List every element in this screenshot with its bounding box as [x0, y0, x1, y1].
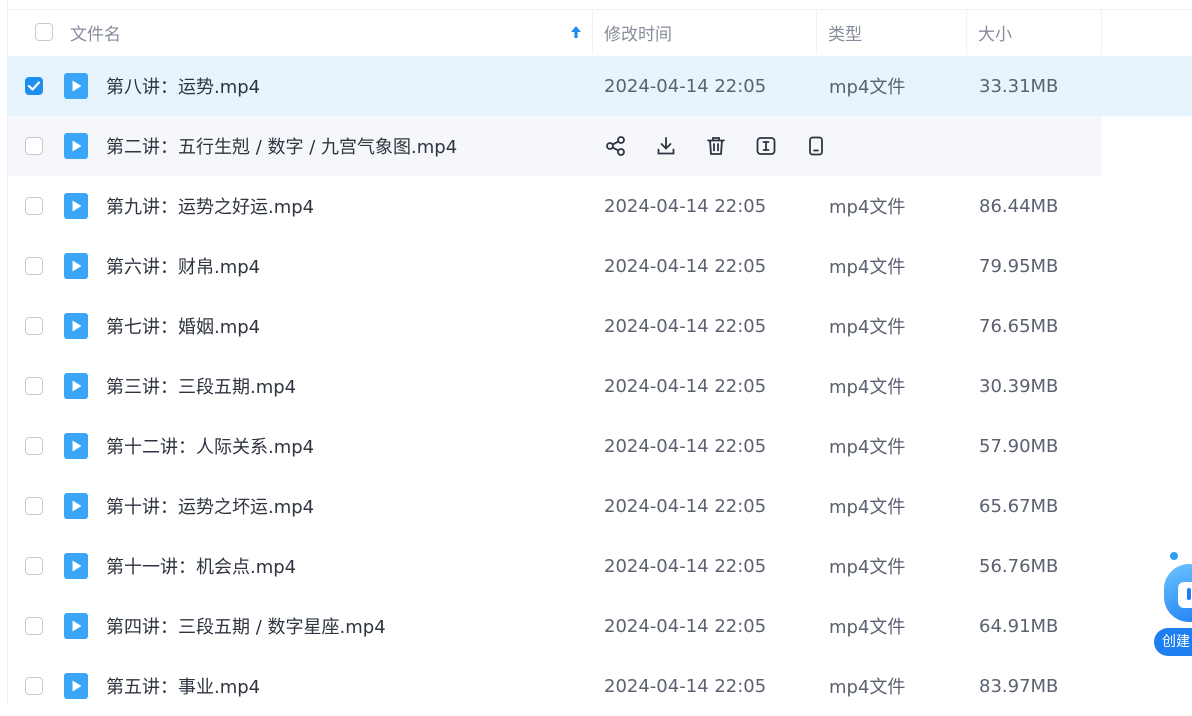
create-floating-button[interactable]: 创建 — [1150, 552, 1192, 662]
row-checkbox[interactable] — [25, 437, 43, 455]
delete-icon[interactable] — [704, 134, 728, 158]
table-row[interactable]: 第五讲：事业.mp4 2024-04-14 22:05 mp4文件 83.97MB — [8, 656, 1192, 716]
table-row[interactable]: 第四讲：三段五期 / 数字星座.mp4 2024-04-14 22:05 mp4文件… — [8, 596, 1192, 656]
table-row[interactable]: 第十讲：运势之坏运.mp4 2024-04-14 22:05 mp4文件 65.67M… — [8, 476, 1192, 536]
video-file-icon — [64, 193, 88, 219]
notification-dot — [1170, 552, 1178, 560]
create-label[interactable]: 创建 — [1154, 628, 1192, 656]
file-size: 86.44MB — [979, 195, 1059, 217]
file-size: 83.97MB — [979, 675, 1059, 697]
modified-time: 2024-04-14 22:05 — [604, 255, 767, 277]
file-type: mp4文件 — [829, 437, 906, 458]
table-row[interactable]: 第十二讲：人际关系.mp4 2024-04-14 22:05 mp4文件 57.90M… — [8, 416, 1192, 476]
header-type[interactable]: 类型 — [828, 20, 862, 45]
file-type: mp4文件 — [829, 377, 906, 398]
file-name[interactable]: 第八讲：运势.mp4 — [106, 73, 260, 99]
row-checkbox[interactable] — [25, 257, 43, 275]
video-file-icon — [64, 373, 88, 399]
file-name[interactable]: 第十讲：运势之坏运.mp4 — [106, 493, 314, 519]
file-size: 65.67MB — [979, 495, 1059, 517]
video-file-icon — [64, 613, 88, 639]
table-row[interactable]: 第九讲：运势之好运.mp4 2024-04-14 22:05 mp4文件 86.44M… — [8, 176, 1192, 236]
header-divider[interactable] — [592, 10, 593, 54]
video-file-icon — [64, 133, 88, 159]
video-file-icon — [64, 313, 88, 339]
video-file-icon — [64, 493, 88, 519]
header-divider[interactable] — [1101, 10, 1102, 54]
sort-ascending-icon[interactable] — [569, 24, 583, 40]
modified-time: 2024-04-14 22:05 — [604, 375, 767, 397]
file-size: 64.91MB — [979, 615, 1059, 637]
row-checkbox[interactable] — [25, 377, 43, 395]
row-checkbox[interactable] — [25, 197, 43, 215]
video-file-icon — [64, 253, 88, 279]
assistant-icon[interactable] — [1164, 564, 1192, 622]
modified-time: 2024-04-14 22:05 — [604, 435, 767, 457]
row-checkbox[interactable] — [25, 557, 43, 575]
row-actions — [604, 134, 828, 158]
header-modified-time[interactable]: 修改时间 — [604, 20, 672, 45]
file-name[interactable]: 第二讲：五行生剋 / 数字 / 九宫气象图.mp4 — [106, 133, 457, 159]
file-size: 79.95MB — [979, 255, 1059, 277]
modified-time: 2024-04-14 22:05 — [604, 315, 767, 337]
modified-time: 2024-04-14 22:05 — [604, 195, 767, 217]
table-row[interactable]: 第七讲：婚姻.mp4 2024-04-14 22:05 mp4文件 76.65MB — [8, 296, 1192, 356]
modified-time: 2024-04-14 22:05 — [604, 75, 767, 97]
file-name[interactable]: 第六讲：财帛.mp4 — [106, 253, 260, 279]
file-size: 33.31MB — [979, 75, 1059, 97]
row-checkbox[interactable] — [25, 677, 43, 695]
file-type: mp4文件 — [829, 317, 906, 338]
row-checkbox[interactable] — [25, 77, 43, 95]
modified-time: 2024-04-14 22:05 — [604, 495, 767, 517]
table-row[interactable]: 第三讲：三段五期.mp4 2024-04-14 22:05 mp4文件 30.39MB — [8, 356, 1192, 416]
file-size: 76.65MB — [979, 315, 1059, 337]
header-filename[interactable]: 文件名 — [70, 20, 121, 45]
file-list: 第八讲：运势.mp4 2024-04-14 22:05 mp4文件 33.31MB 第二… — [8, 56, 1192, 716]
file-type: mp4文件 — [829, 557, 906, 578]
header-size[interactable]: 大小 — [978, 20, 1012, 45]
modified-time: 2024-04-14 22:05 — [604, 615, 767, 637]
download-icon[interactable] — [654, 134, 678, 158]
row-checkbox[interactable] — [25, 497, 43, 515]
file-name[interactable]: 第七讲：婚姻.mp4 — [106, 313, 260, 339]
file-name[interactable]: 第四讲：三段五期 / 数字星座.mp4 — [106, 613, 386, 639]
file-type: mp4文件 — [829, 617, 906, 638]
row-checkbox[interactable] — [25, 317, 43, 335]
table-row[interactable]: 第二讲：五行生剋 / 数字 / 九宫气象图.mp4 — [8, 116, 1102, 176]
select-all-checkbox[interactable] — [35, 23, 53, 41]
table-row[interactable]: 第十一讲：机会点.mp4 2024-04-14 22:05 mp4文件 56.76MB — [8, 536, 1192, 596]
share-icon[interactable] — [604, 134, 628, 158]
header-divider[interactable] — [816, 10, 817, 54]
video-file-icon — [64, 553, 88, 579]
file-type: mp4文件 — [829, 197, 906, 218]
file-type: mp4文件 — [829, 257, 906, 278]
rename-icon[interactable] — [754, 134, 778, 158]
file-name[interactable]: 第五讲：事业.mp4 — [106, 673, 260, 699]
table-row[interactable]: 第六讲：财帛.mp4 2024-04-14 22:05 mp4文件 79.95MB — [8, 236, 1192, 296]
file-size: 57.90MB — [979, 435, 1059, 457]
table-row[interactable]: 第八讲：运势.mp4 2024-04-14 22:05 mp4文件 33.31MB — [8, 56, 1192, 116]
video-file-icon — [64, 73, 88, 99]
header-divider[interactable] — [966, 10, 967, 54]
table-header: 文件名 修改时间 类型 大小 — [8, 10, 1192, 54]
mobile-icon[interactable] — [804, 134, 828, 158]
modified-time: 2024-04-14 22:05 — [604, 675, 767, 697]
file-type: mp4文件 — [829, 497, 906, 518]
file-type: mp4文件 — [829, 677, 906, 698]
file-size: 30.39MB — [979, 375, 1059, 397]
file-name[interactable]: 第十二讲：人际关系.mp4 — [106, 433, 314, 459]
video-file-icon — [64, 673, 88, 699]
file-size: 56.76MB — [979, 555, 1059, 577]
file-name[interactable]: 第九讲：运势之好运.mp4 — [106, 193, 314, 219]
file-name[interactable]: 第十一讲：机会点.mp4 — [106, 553, 296, 579]
file-table: 文件名 修改时间 类型 大小 第八讲：运势.mp4 2024-04-14 22:0… — [8, 0, 1192, 703]
row-checkbox[interactable] — [25, 617, 43, 635]
video-file-icon — [64, 433, 88, 459]
file-name[interactable]: 第三讲：三段五期.mp4 — [106, 373, 296, 399]
row-checkbox[interactable] — [25, 137, 43, 155]
modified-time: 2024-04-14 22:05 — [604, 555, 767, 577]
left-panel-edge — [0, 0, 8, 703]
file-type: mp4文件 — [829, 77, 906, 98]
